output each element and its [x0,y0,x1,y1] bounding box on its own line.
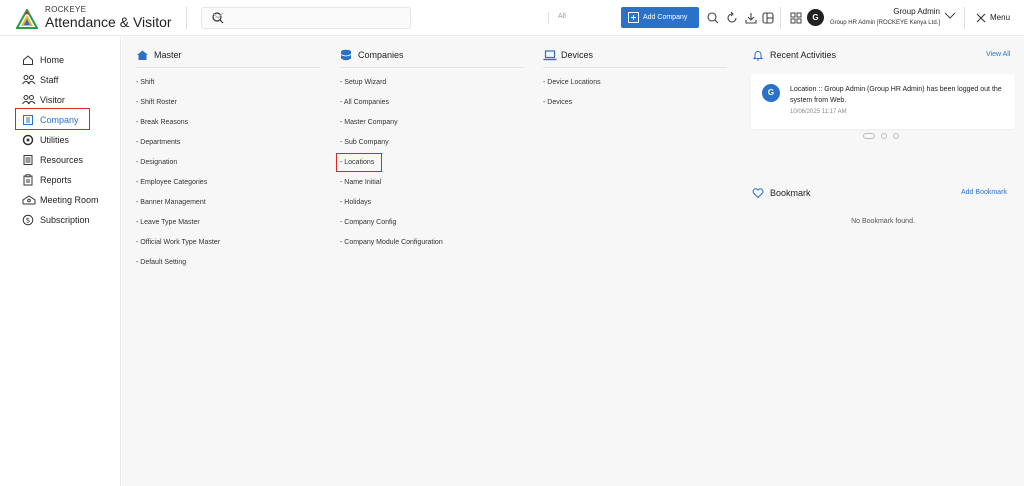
home-icon [23,55,33,65]
search-icon[interactable] [706,11,720,25]
apps-grid-icon[interactable] [789,11,803,25]
master-link-leave-type-master[interactable]: - Leave Type Master [136,219,200,226]
chevron-down-icon[interactable] [944,12,956,20]
sidebar-item-label: Utilities [40,135,70,145]
sidebar-item-label: Staff [40,75,59,85]
subscription-icon: $ [22,214,34,226]
devices-link-device-locations[interactable]: - Device Locations [543,79,601,86]
companies-link-sub-company[interactable]: - Sub Company [340,139,389,146]
carousel-dot[interactable] [893,133,899,139]
plus-icon [628,12,639,23]
heart-icon [752,188,764,199]
user-avatar[interactable]: G [807,9,824,26]
user-role: Group HR Admin [ROCKEYE Kenya Ltd.] [829,20,940,26]
sidebar-item-label: Home [40,55,65,65]
companies-link-company-module-configuration[interactable]: - Company Module Configuration [340,239,443,246]
companies-link-all-companies[interactable]: - All Companies [340,99,389,106]
master-link-default-setting[interactable]: - Default Setting [136,259,186,266]
header-divider [186,7,187,29]
master-title: Master [154,50,182,60]
database-icon [340,49,352,61]
recent-activities-title: Recent Activities [770,50,837,60]
no-bookmark-message: No Bookmark found. [851,218,915,225]
section-divider [340,67,524,68]
master-link-banner-management[interactable]: - Banner Management [136,199,206,206]
companies-link-company-config[interactable]: - Company Config [340,219,396,226]
companies-link-name-initial[interactable]: - Name Initial [340,179,381,186]
header-divider [780,7,781,29]
home-icon [137,50,148,60]
rockeye-logo [16,9,38,29]
companies-link-setup-wizard[interactable]: - Setup Wizard [340,79,386,86]
svg-text:$: $ [26,217,30,225]
locations-highlight-box [336,153,382,172]
global-search[interactable]: All [201,7,566,29]
staff-icon [22,75,36,85]
brand-title: Attendance & Visitor [45,14,172,30]
master-link-designation[interactable]: - Designation [136,159,177,166]
visitor-icon [22,95,36,105]
bell-icon [752,51,764,61]
add-company-label: Add Company [643,14,688,21]
top-header: ROCKEYE Attendance & Visitor All Add Com… [0,0,1024,36]
refresh-icon[interactable] [725,11,739,25]
meeting-room-icon [22,195,36,205]
master-link-shift-roster[interactable]: - Shift Roster [136,99,177,106]
reports-icon [23,174,33,186]
sidebar-item-label: Meeting Room [40,195,99,205]
close-icon [976,13,986,23]
activity-avatar: G [762,84,780,102]
sidebar-item-label: Subscription [40,215,90,225]
download-icon[interactable] [744,11,758,25]
activity-timestamp: 10/06/2025 11:17 AM [790,109,847,115]
brand-top-text: ROCKEYE [45,5,87,14]
devices-title: Devices [561,50,594,60]
master-link-departments[interactable]: - Departments [136,139,180,146]
add-company-button[interactable]: Add Company [621,7,699,28]
resources-icon [23,155,33,165]
menu-label: Menu [990,13,1011,22]
companies-title: Companies [358,50,404,60]
companies-link-holidays[interactable]: - Holidays [340,199,371,206]
section-divider [136,67,320,68]
utilities-icon [22,134,34,146]
search-input[interactable] [230,11,340,25]
chevron-down-icon[interactable] [212,12,224,20]
sidebar-item-label: Visitor [40,95,65,105]
activity-text: Location :: Group Admin (Group HR Admin)… [790,86,1002,104]
add-bookmark-link[interactable]: Add Bookmark [961,189,1007,196]
activity-card: G Location :: Group Admin (Group HR Admi… [751,74,1015,129]
company-highlight-box [15,108,90,130]
section-divider [543,67,727,68]
user-name: Group Admin [893,7,940,16]
master-link-employee-categories[interactable]: - Employee Categories [136,179,207,186]
sidebar-item-label: Resources [40,155,84,165]
master-link-break-reasons[interactable]: - Break Reasons [136,119,188,126]
menu-button[interactable]: Menu [976,11,1010,25]
sidebar-item-label: Reports [40,175,72,185]
layout-icon[interactable] [761,11,775,25]
master-link-official-work-type-master[interactable]: - Official Work Type Master [136,239,220,246]
header-divider [964,7,965,29]
view-all-link[interactable]: View All [986,51,1010,58]
companies-link-master-company[interactable]: - Master Company [340,119,398,126]
search-separator [548,12,549,24]
search-filter-select[interactable]: All [558,13,566,20]
devices-link-devices[interactable]: - Devices [543,99,572,106]
carousel-dot[interactable] [863,133,875,139]
laptop-icon [543,50,557,61]
carousel-dot[interactable] [881,133,887,139]
master-link-shift[interactable]: - Shift [136,79,154,86]
bookmark-title: Bookmark [770,188,811,198]
